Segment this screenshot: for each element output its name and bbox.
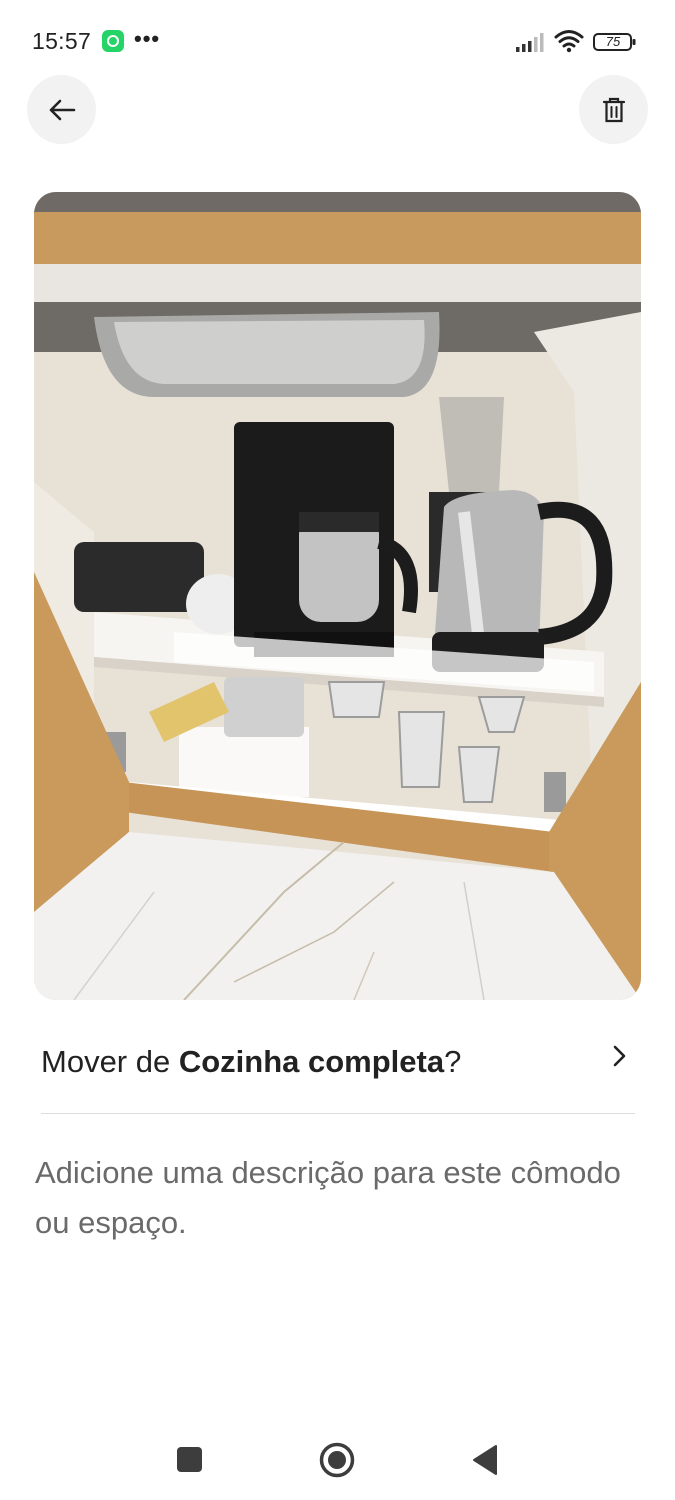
move-room-prefix: Mover de bbox=[41, 1044, 179, 1079]
move-room-suffix: ? bbox=[444, 1044, 462, 1079]
back-button[interactable] bbox=[27, 75, 96, 144]
battery-level: 75 bbox=[605, 34, 621, 49]
recent-apps-button[interactable] bbox=[177, 1447, 202, 1472]
chevron-right-icon bbox=[613, 1045, 626, 1067]
trash-icon bbox=[602, 97, 625, 122]
arrow-left-icon bbox=[49, 99, 75, 120]
move-room-label: Mover de Cozinha completa? bbox=[41, 1044, 461, 1080]
kitchen-cabinet-photo[interactable] bbox=[34, 192, 641, 1000]
current-room-name: Cozinha completa bbox=[178, 1044, 445, 1079]
more-notifications-icon: ••• bbox=[134, 26, 161, 51]
status-time: 15:57 bbox=[32, 28, 92, 54]
home-button[interactable] bbox=[319, 1442, 355, 1478]
description-input[interactable]: Adicione uma descrição para este cômodo … bbox=[35, 1148, 635, 1248]
whatsapp-icon bbox=[102, 30, 124, 52]
delete-photo-button[interactable] bbox=[579, 75, 648, 144]
wifi-icon bbox=[554, 30, 584, 53]
status-bar: 15:57 ••• 75 bbox=[0, 0, 675, 80]
signal-icon bbox=[516, 33, 544, 52]
move-room-row[interactable]: Mover de Cozinha completa? bbox=[41, 1030, 635, 1114]
system-back-button[interactable] bbox=[470, 1444, 498, 1476]
battery-icon: 75 bbox=[593, 32, 637, 52]
